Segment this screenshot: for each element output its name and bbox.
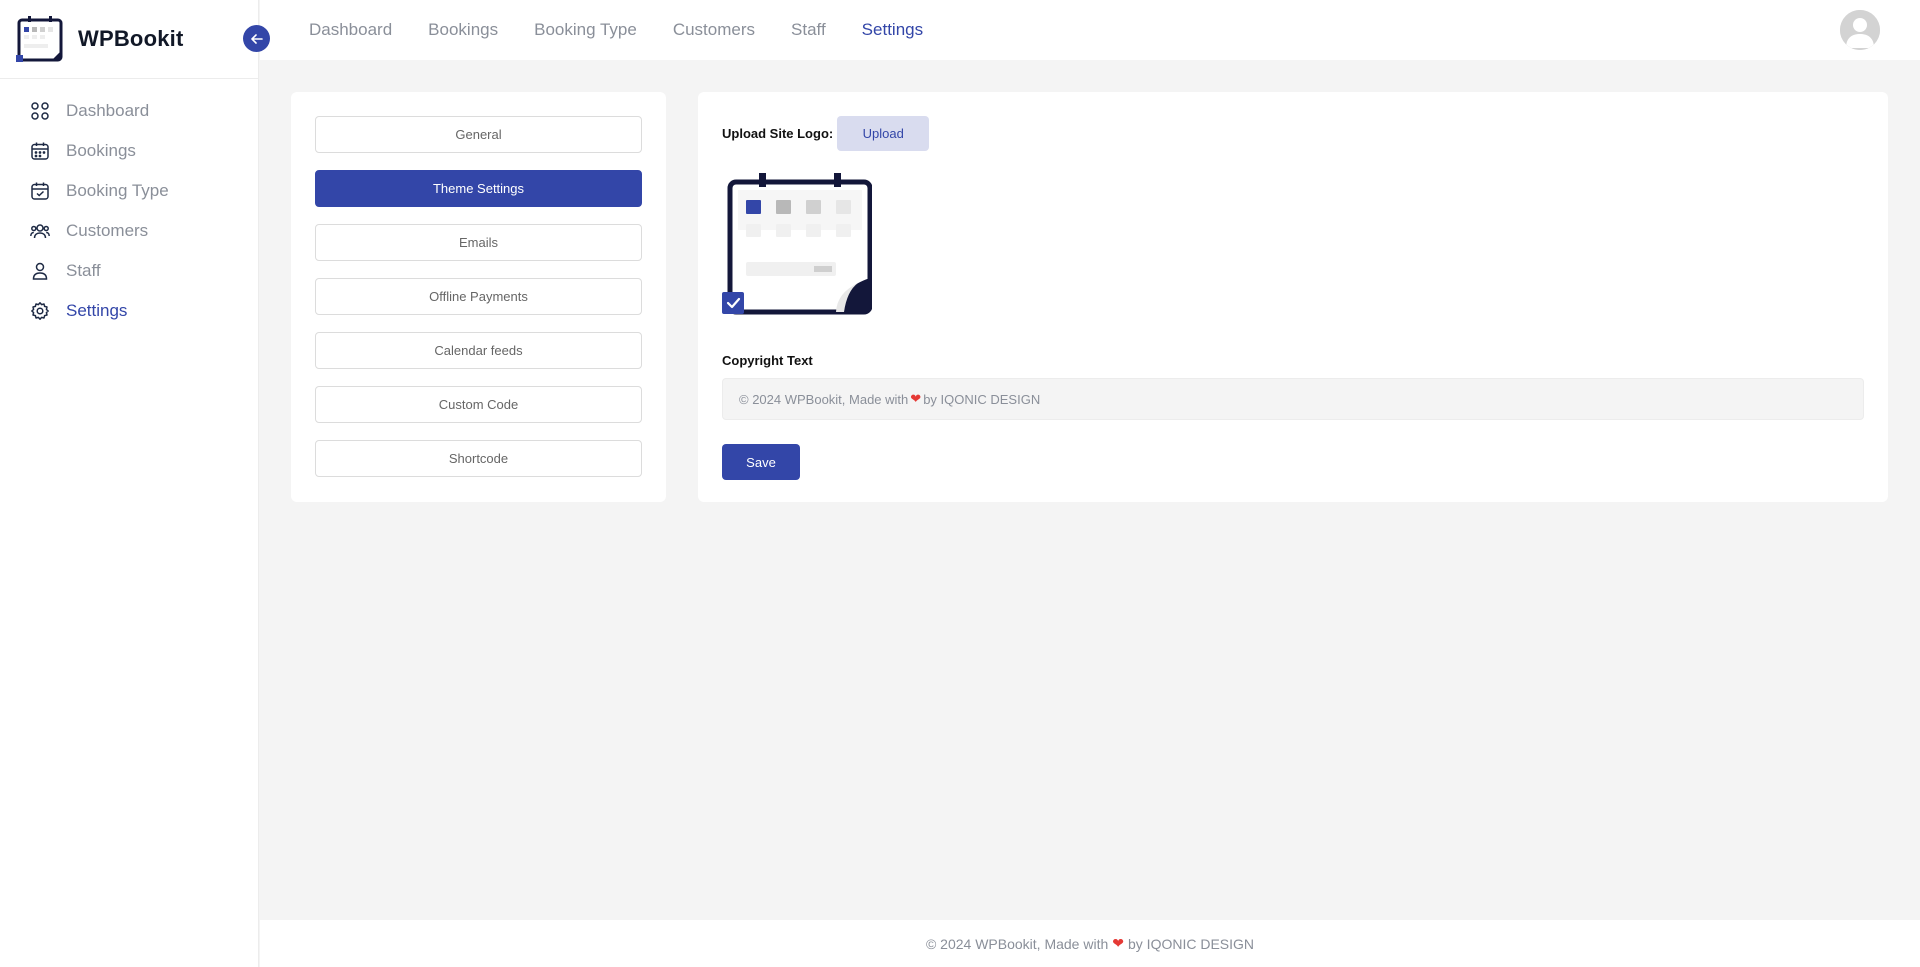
site-logo-preview-icon — [722, 173, 873, 315]
user-avatar[interactable] — [1840, 10, 1880, 50]
theme-settings-panel: Upload Site Logo: Upload Copyright Text … — [698, 92, 1888, 502]
topnav-staff[interactable]: Staff — [791, 20, 826, 40]
heart-icon: ❤ — [910, 391, 922, 406]
copyright-input[interactable]: © 2024 WPBookit, Made with ❤ by IQONIC D… — [722, 378, 1864, 420]
top-nav: Dashboard Bookings Booking Type Customer… — [309, 20, 959, 40]
settings-tab-offline-payments[interactable]: Offline Payments — [315, 278, 642, 315]
user-avatar-icon — [1840, 10, 1880, 50]
sidebar-item-label: Settings — [66, 301, 128, 320]
wpbookit-logo-icon — [16, 16, 63, 62]
sidebar-item-label: Dashboard — [66, 101, 150, 120]
sidebar-item-label: Staff — [66, 261, 101, 280]
calendar-check-icon — [31, 182, 49, 200]
topnav-booking-type[interactable]: Booking Type — [534, 20, 637, 40]
sidebar-item-booking-type[interactable]: Booking Type — [0, 171, 258, 211]
calendar-icon — [31, 142, 49, 160]
collapse-sidebar-button[interactable] — [243, 25, 270, 52]
sidebar-item-staff[interactable]: Staff — [0, 251, 258, 291]
sidebar-item-dashboard[interactable]: Dashboard — [0, 91, 258, 131]
sidebar-item-label: Bookings — [66, 141, 136, 160]
upload-logo-row: Upload Site Logo: Upload — [722, 116, 1864, 151]
upload-logo-label: Upload Site Logo: — [722, 126, 834, 141]
settings-tab-general[interactable]: General — [315, 116, 642, 153]
topnav-bookings[interactable]: Bookings — [428, 20, 498, 40]
arrow-left-icon — [250, 33, 263, 44]
footer: © 2024 WPBookit, Made with ❤ by IQONIC D… — [260, 920, 1920, 967]
upload-logo-button[interactable]: Upload — [837, 116, 930, 151]
brand: WPBookit — [0, 0, 270, 79]
settings-menu: General Theme Settings Emails Offline Pa… — [291, 92, 666, 502]
sidebar-item-label: Booking Type — [66, 181, 169, 200]
sidebar-item-label: Customers — [66, 221, 149, 240]
topnav-dashboard[interactable]: Dashboard — [309, 20, 392, 40]
sidebar: WPBookit Dashboard Bookings Booking Type… — [0, 0, 270, 967]
sidebar-item-customers[interactable]: Customers — [0, 211, 258, 251]
copyright-label: Copyright Text — [722, 353, 813, 368]
copyright-text-prefix: © 2024 WPBookit, Made with — [739, 391, 909, 407]
brand-name: WPBookit — [78, 26, 184, 51]
settings-tab-emails[interactable]: Emails — [315, 224, 642, 261]
users-icon — [30, 224, 50, 239]
settings-tab-custom-code[interactable]: Custom Code — [315, 386, 642, 423]
sidebar-item-settings[interactable]: Settings — [0, 291, 258, 331]
topnav-customers[interactable]: Customers — [673, 20, 755, 40]
heart-icon: ❤ — [1112, 935, 1124, 951]
copyright-text-suffix: by IQONIC DESIGN — [923, 391, 1041, 407]
settings-tab-shortcode[interactable]: Shortcode — [315, 440, 642, 477]
footer-text-suffix: by IQONIC DESIGN — [1128, 935, 1255, 952]
footer-text-prefix: © 2024 WPBookit, Made with — [925, 935, 1109, 952]
topnav-settings[interactable]: Settings — [862, 20, 923, 40]
settings-tab-calendar-feeds[interactable]: Calendar feeds — [315, 332, 642, 369]
sidebar-item-bookings[interactable]: Bookings — [0, 131, 258, 171]
grid-icon — [31, 102, 49, 120]
top-bar: Dashboard Bookings Booking Type Customer… — [260, 0, 1920, 60]
sidebar-nav: Dashboard Bookings Booking Type Customer… — [0, 79, 258, 331]
save-button[interactable]: Save — [722, 444, 800, 480]
settings-tab-theme-settings[interactable]: Theme Settings — [315, 170, 642, 207]
user-icon — [32, 262, 48, 280]
gear-icon — [31, 302, 49, 320]
